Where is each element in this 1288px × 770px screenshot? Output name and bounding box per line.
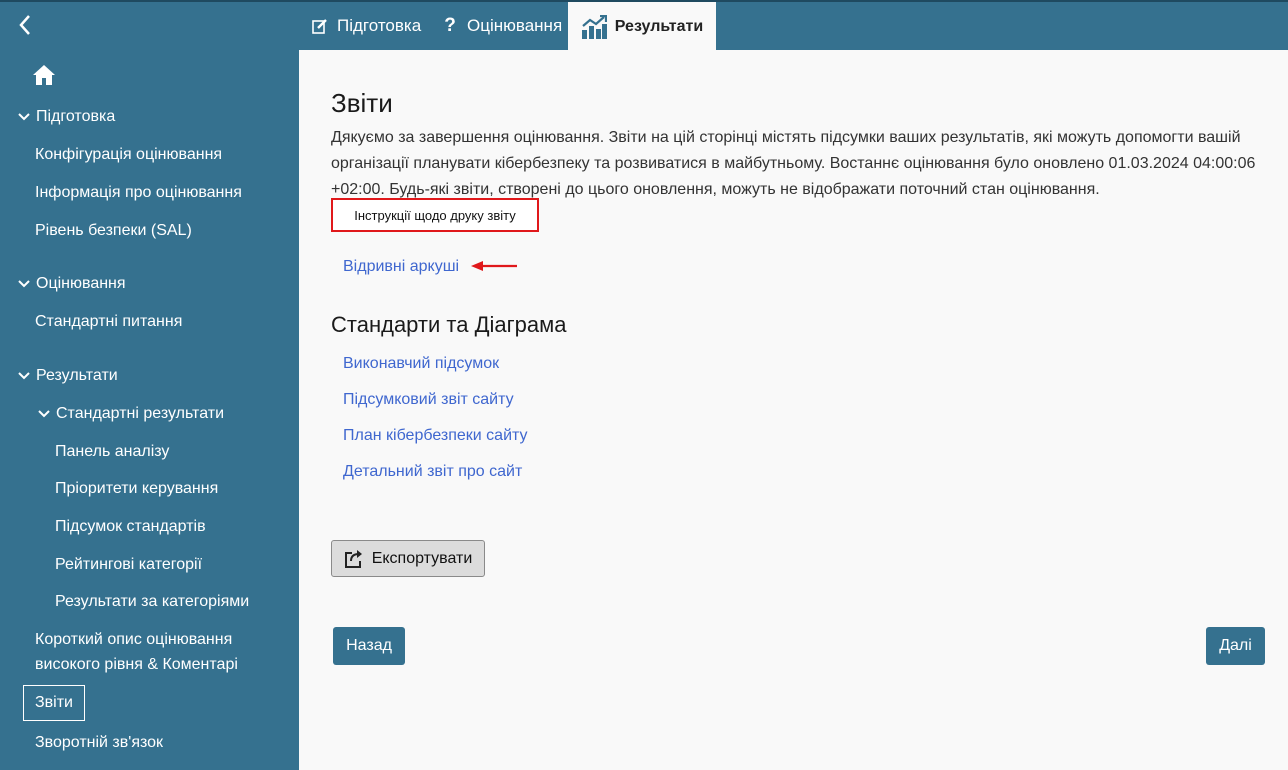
- sidebar-item-results-by-category[interactable]: Результати за категоріями: [55, 593, 249, 611]
- sidebar: Підготовка Конфігурація оцінювання Інфор…: [0, 50, 299, 770]
- site-detail-report-link[interactable]: Детальний звіт про сайт: [343, 463, 522, 481]
- intro-text: Дякуємо за завершення оцінювання. Звіти …: [331, 129, 1256, 198]
- section-title: Стандарти та Діаграма: [331, 312, 567, 337]
- print-instructions-button[interactable]: Інструкції щодо друку звіту: [331, 198, 539, 232]
- sidebar-item-standard-questions[interactable]: Стандартні питання: [35, 313, 182, 331]
- sidebar-group-label: Стандартні результати: [56, 405, 225, 422]
- sidebar-item-standards-summary[interactable]: Підсумок стандартів: [55, 518, 206, 536]
- back-button[interactable]: Назад: [333, 627, 405, 665]
- sidebar-item-ranked-categories[interactable]: Рейтингові категорії: [55, 556, 202, 574]
- sidebar-item-info[interactable]: Інформація про оцінювання: [35, 184, 242, 202]
- tab-assessment-label: Оцінювання: [467, 16, 563, 35]
- home-icon[interactable]: [32, 64, 56, 86]
- sidebar-group-preparation[interactable]: Підготовка: [18, 108, 115, 126]
- sidebar-item-analysis-dashboard[interactable]: Панель аналізу: [55, 443, 169, 461]
- tab-preparation[interactable]: Підготовка: [311, 2, 421, 50]
- chart-icon: [581, 15, 607, 39]
- next-button[interactable]: Далі: [1206, 627, 1265, 665]
- main-content: Звіти Дякуємо за завершення оцінювання. …: [299, 50, 1288, 770]
- export-label: Експортувати: [371, 549, 473, 567]
- site-cybersecurity-plan-link[interactable]: План кібербезпеки сайту: [343, 427, 528, 445]
- chevron-down-icon: [18, 367, 30, 385]
- back-chevron-icon[interactable]: [10, 10, 40, 40]
- question-icon: ?: [444, 15, 456, 36]
- sidebar-item-high-level-summary[interactable]: Короткий опис оцінювання високого рівня …: [35, 627, 285, 677]
- tab-assessment[interactable]: ? Оцінювання: [441, 2, 562, 50]
- executive-summary-link[interactable]: Виконавчий підсумок: [343, 355, 499, 373]
- sidebar-group-assessment[interactable]: Оцінювання: [18, 275, 126, 293]
- sidebar-item-feedback[interactable]: Зворотній зв'язок: [35, 734, 163, 752]
- tab-preparation-label: Підготовка: [337, 16, 422, 35]
- chevron-down-icon: [18, 275, 30, 293]
- chevron-down-icon: [18, 108, 30, 126]
- edit-icon: [311, 17, 329, 35]
- export-button[interactable]: Експортувати: [331, 540, 485, 577]
- sidebar-item-reports[interactable]: Звіти: [23, 685, 85, 721]
- sidebar-group-label: Підготовка: [36, 108, 116, 125]
- sidebar-group-label: Оцінювання: [36, 275, 126, 292]
- red-arrow-icon: [469, 259, 519, 278]
- sidebar-item-sal[interactable]: Рівень безпеки (SAL): [35, 222, 192, 240]
- sidebar-item-config[interactable]: Конфігурація оцінювання: [35, 146, 222, 164]
- site-summary-link[interactable]: Підсумковий звіт сайту: [343, 391, 514, 409]
- sidebar-group-standard-results[interactable]: Стандартні результати: [38, 405, 224, 423]
- chevron-down-icon: [38, 405, 50, 423]
- sidebar-item-control-priorities[interactable]: Пріоритети керування: [55, 480, 218, 498]
- sidebar-group-label: Результати: [36, 367, 118, 384]
- top-bar: Підготовка ? Оцінювання Результати: [0, 0, 1288, 52]
- export-icon: [344, 549, 364, 569]
- sidebar-group-results[interactable]: Результати: [18, 367, 118, 385]
- tab-results-label: Результати: [614, 18, 704, 35]
- tab-results[interactable]: Результати: [568, 2, 716, 52]
- page-title: Звіти: [331, 88, 393, 118]
- tear-sheets-link[interactable]: Відривні аркуші: [343, 258, 459, 276]
